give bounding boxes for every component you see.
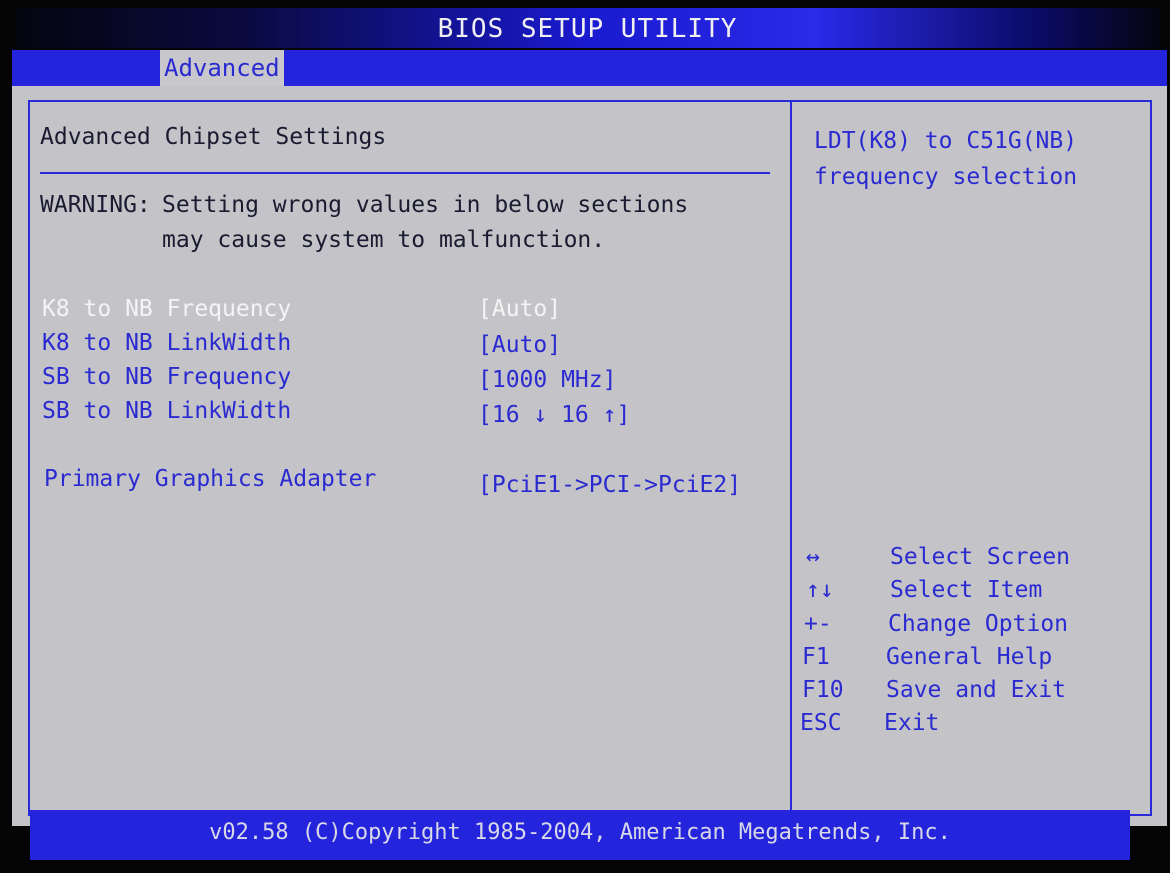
menu-bar: Advanced [12,50,1167,86]
setting-value[interactable]: [Auto] [478,332,561,358]
key-select-item-icon: ↑↓ [806,577,834,603]
help-line-2: frequency selection [814,164,1078,190]
key-change-option: +- [804,611,832,637]
page-title: Advanced Chipset Settings [40,124,387,150]
warning-line-1: Setting wrong values in below sections [162,192,689,218]
setting-label[interactable]: SB to NB Frequency [42,364,291,390]
key-action: General Help [886,644,1053,670]
setting-value[interactable]: [Auto] [478,296,561,322]
key-action: Exit [884,710,940,736]
setting-label[interactable]: K8 to NB LinkWidth [42,330,291,356]
key-action: Select Screen [890,544,1071,570]
key-action: Select Item [890,577,1043,603]
setting-label[interactable]: K8 to NB Frequency [42,296,291,322]
settings-panel: Advanced Chipset Settings WARNING: Setti… [28,100,792,816]
window-title: BIOS SETUP UTILITY [15,8,1160,48]
setting-value[interactable]: [16 ↓ 16 ↑] [478,402,630,428]
setting-label[interactable]: Primary Graphics Adapter [44,466,376,492]
help-line-1: LDT(K8) to C51G(NB) [814,128,1078,154]
key-action: Save and Exit [886,677,1067,703]
key-select-screen-icon: ↔ [806,544,820,570]
copyright-footer: v02.58 (C)Copyright 1985-2004, American … [30,810,1130,860]
key-action: Change Option [888,611,1069,637]
setting-label[interactable]: SB to NB LinkWidth [42,398,291,424]
key-f1: F1 [802,644,830,670]
setup-screen: Advanced Chipset Settings WARNING: Setti… [12,86,1167,826]
warning-line-2: may cause system to malfunction. [162,227,606,253]
setting-value[interactable]: [1000 MHz] [478,367,616,393]
key-f10: F10 [802,677,844,703]
help-panel: LDT(K8) to C51G(NB) frequency selection … [790,100,1152,816]
tab-advanced[interactable]: Advanced [160,50,284,86]
divider [40,172,770,174]
setting-value[interactable]: [PciE1->PCI->PciE2] [478,472,741,498]
warning-label: WARNING: [40,192,151,218]
key-esc: ESC [800,710,842,736]
